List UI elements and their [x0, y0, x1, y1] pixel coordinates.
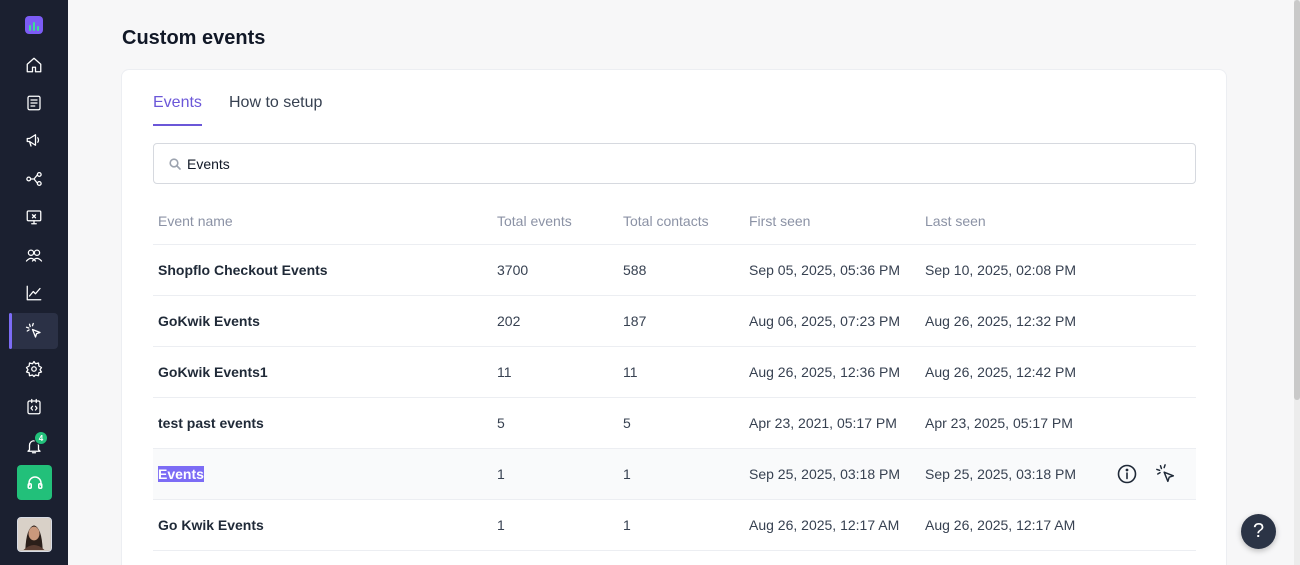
total-events: 3700 — [497, 262, 529, 278]
event-name[interactable]: Shopflo Checkout Events — [158, 262, 328, 278]
total-contacts: 187 — [623, 313, 647, 329]
table-row[interactable]: GoKwik Events1 11 11 Aug 26, 2025, 12:36… — [153, 347, 1196, 398]
events-table: Event name Total events Total contacts F… — [153, 198, 1196, 551]
total-contacts: 1 — [623, 466, 631, 482]
last-seen: Sep 10, 2025, 02:08 PM — [925, 262, 1076, 278]
first-seen: Apr 23, 2021, 05:17 PM — [749, 415, 897, 431]
total-contacts: 5 — [623, 415, 631, 431]
notification-badge: 4 — [34, 431, 48, 445]
last-seen: Aug 26, 2025, 12:17 AM — [925, 517, 1076, 533]
app-logo-icon[interactable] — [25, 16, 43, 34]
page-title: Custom events — [122, 27, 266, 49]
event-name[interactable]: GoKwik Events — [158, 313, 260, 329]
event-name[interactable]: Go Kwik Events — [158, 517, 264, 533]
cursor-click-icon[interactable] — [1155, 463, 1177, 485]
table-row[interactable]: GoKwik Events 202 187 Aug 06, 2025, 07:2… — [153, 296, 1196, 347]
total-events: 1 — [497, 517, 505, 533]
bell-icon[interactable] — [10, 428, 58, 464]
total-events: 5 — [497, 415, 505, 431]
document-icon[interactable] — [10, 85, 58, 121]
last-seen: Apr 23, 2025, 05:17 PM — [925, 415, 1073, 431]
info-icon[interactable] — [1117, 464, 1137, 484]
total-events: 202 — [497, 313, 521, 329]
home-icon[interactable] — [10, 47, 58, 83]
total-contacts: 588 — [623, 262, 647, 278]
total-contacts: 11 — [623, 364, 638, 380]
page-scrollbar[interactable] — [1294, 0, 1300, 565]
column-header-first-seen[interactable]: First seen — [749, 213, 810, 229]
first-seen: Aug 06, 2025, 07:23 PM — [749, 313, 900, 329]
first-seen: Aug 26, 2025, 12:36 PM — [749, 364, 900, 380]
flow-icon[interactable] — [10, 161, 58, 197]
events-card: Events How to setup Event name Total eve… — [121, 69, 1227, 565]
chart-icon[interactable] — [10, 275, 58, 311]
table-row[interactable]: Go Kwik Events 1 1 Aug 26, 2025, 12:17 A… — [153, 500, 1196, 551]
event-name[interactable]: Events — [158, 466, 204, 482]
users-icon[interactable] — [10, 237, 58, 273]
last-seen: Aug 26, 2025, 12:42 PM — [925, 364, 1076, 380]
help-button[interactable]: ? — [1241, 514, 1276, 549]
tab-events[interactable]: Events — [153, 94, 202, 126]
search-input[interactable] — [187, 155, 1167, 172]
table-row-hovered[interactable]: Events 1 1 Sep 25, 2025, 03:18 PM Sep 25… — [153, 449, 1196, 500]
column-header-event-name[interactable]: Event name — [158, 213, 233, 229]
total-events: 11 — [497, 364, 512, 380]
scrollbar-thumb[interactable] — [1294, 0, 1300, 400]
column-header-total-events[interactable]: Total events — [497, 213, 572, 229]
search-icon — [169, 157, 181, 170]
event-name[interactable]: GoKwik Events1 — [158, 364, 268, 380]
first-seen: Sep 05, 2025, 05:36 PM — [749, 262, 900, 278]
column-header-last-seen[interactable]: Last seen — [925, 213, 986, 229]
total-contacts: 1 — [623, 517, 631, 533]
cursor-click-icon[interactable] — [9, 313, 58, 349]
table-header: Event name Total events Total contacts F… — [153, 198, 1196, 245]
search-box — [153, 143, 1196, 184]
tab-how-to-setup[interactable]: How to setup — [229, 94, 322, 126]
support-headset-icon[interactable] — [17, 465, 52, 500]
gear-icon[interactable] — [10, 351, 58, 387]
screen-icon[interactable] — [10, 199, 58, 235]
table-row[interactable]: Shopflo Checkout Events 3700 588 Sep 05,… — [153, 245, 1196, 296]
last-seen: Aug 26, 2025, 12:32 PM — [925, 313, 1076, 329]
table-row[interactable]: test past events 5 5 Apr 23, 2021, 05:17… — [153, 398, 1196, 449]
first-seen: Sep 25, 2025, 03:18 PM — [749, 466, 900, 482]
sidebar: 4 — [0, 0, 68, 565]
first-seen: Aug 26, 2025, 12:17 AM — [749, 517, 900, 533]
event-name[interactable]: test past events — [158, 415, 264, 431]
code-icon[interactable] — [10, 389, 58, 425]
last-seen: Sep 25, 2025, 03:18 PM — [925, 466, 1076, 482]
avatar[interactable] — [17, 517, 52, 552]
total-events: 1 — [497, 466, 505, 482]
megaphone-icon[interactable] — [10, 122, 58, 158]
column-header-total-contacts[interactable]: Total contacts — [623, 213, 709, 229]
